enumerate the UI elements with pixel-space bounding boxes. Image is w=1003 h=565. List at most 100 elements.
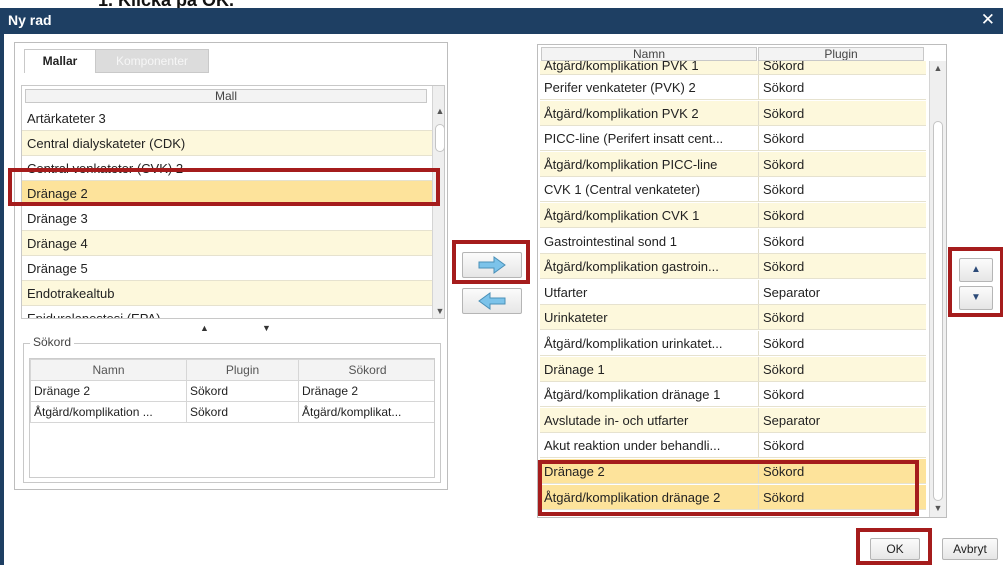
mall-row[interactable]: Artärkateter 3 [22,106,432,131]
sokord-row[interactable]: Dränage 2 Sökord Dränage 2 [30,380,434,402]
scroll-down-icon[interactable]: ▼ [433,306,444,316]
cancel-button[interactable]: Avbryt [942,538,998,560]
mall-row-label: Dränage 4 [27,236,88,251]
right-cell-plugin: Sökord [758,203,926,227]
mall-row-label: Epiduralanestesi (EPA) [27,311,161,319]
sokord-table: Namn Plugin Sökord Dränage 2 Sökord Drän… [30,359,434,423]
right-cell-namn: Åtgärd/komplikation urinkatet... [544,336,723,351]
right-cell-namn: Åtgärd/komplikation CVK 1 [544,208,700,223]
sokord-cell: Åtgärd/komplikation ... [30,401,187,423]
sort-up-icon[interactable]: ▲ [200,323,209,333]
right-row[interactable]: Urinkateter Sökord [540,305,926,331]
sokord-cell: Dränage 2 [298,380,434,402]
scroll-down-icon[interactable]: ▼ [931,503,945,513]
highlight-ok-button [856,528,932,565]
right-col-plugin[interactable]: Plugin [758,47,924,61]
mall-row-label: Central dialyskateter (CDK) [27,136,186,151]
right-cell-plugin: Sökord [758,75,926,99]
right-row[interactable]: Åtgärd/komplikation PICC-line Sökord [540,151,926,177]
right-cell-namn: Akut reaktion under behandli... [544,438,721,454]
right-row[interactable]: Avslutade in- och utfarter Separator [540,407,926,433]
remove-button[interactable] [462,288,522,314]
right-cell-plugin: Separator [758,407,926,432]
right-cell-plugin: Sökord [758,151,926,176]
right-cell-namn: Perifer venkateter (PVK) 2 [544,80,696,95]
highlight-selected-mall [8,168,440,206]
tab-komponenter-label: Komponenter [115,54,189,68]
right-cell-namn: PICC-line (Perifert insatt cent... [544,131,724,147]
sokord-cell: Sökord [186,380,299,402]
right-cell-namn: Åtgärd/komplikation PVK 1 [544,61,699,73]
mall-row[interactable]: Dränage 4 [22,231,432,256]
sokord-col-sokord[interactable]: Sökord [298,359,434,381]
right-cell-namn: Åtgärd/komplikation PVK 2 [544,105,699,121]
mall-row[interactable]: Epiduralanestesi (EPA) [22,306,432,319]
right-cell-namn: Åtgärd/komplikation dränage 1 [544,387,721,403]
right-row[interactable]: Åtgärd/komplikation gastroin... Sökord [540,254,926,280]
mall-row[interactable]: Endotrakealtub [22,281,432,306]
sort-down-icon[interactable]: ▼ [262,323,271,333]
right-cell-plugin: Sökord [758,433,926,458]
right-cell-plugin: Sökord [758,100,926,125]
right-row[interactable]: Åtgärd/komplikation PVK 2 Sökord [540,100,926,126]
mall-row[interactable]: Dränage 3 [22,206,432,231]
tab-komponenter[interactable]: Komponenter [95,49,209,73]
right-row[interactable]: Perifer venkateter (PVK) 2 Sökord [540,75,926,100]
highlight-added-rows [538,460,919,516]
right-cell-namn: Gastrointestinal sond 1 [544,233,677,249]
right-cell-plugin: Sökord [758,382,926,407]
right-col-namn[interactable]: Namn [541,47,757,61]
right-row[interactable]: Åtgärd/komplikation CVK 1 Sökord [540,203,926,228]
sokord-col-plugin[interactable]: Plugin [186,359,299,381]
right-cell-plugin: Sökord [758,331,926,355]
arrow-left-icon [478,292,506,310]
sokord-cell: Dränage 2 [30,380,187,402]
right-table: Namn Plugin Åtgärd/komplikation PVK 1 Sö… [537,44,947,518]
instruction-text: 1. Klicka på OK. [98,0,234,8]
close-icon[interactable]: ✕ [981,10,995,30]
mall-row-label: Artärkateter 3 [27,111,106,126]
right-row[interactable]: Utfarter Separator [540,279,926,305]
right-row[interactable]: PICC-line (Perifert insatt cent... Sökord [540,126,926,152]
right-cell-plugin: Sökord [758,228,926,253]
right-cell-plugin: Sökord [758,356,926,381]
right-cell-namn: Urinkateter [544,310,608,326]
sokord-col-namn[interactable]: Namn [30,359,187,381]
right-rows: Åtgärd/komplikation PVK 1 Sökord Perifer… [540,61,928,517]
sokord-group: Sökord Namn Plugin Sökord Dränage 2 Söko… [23,335,441,483]
right-row[interactable]: Akut reaktion under behandli... Sökord [540,433,926,459]
dialog-titlebar: Ny rad ✕ [0,8,1003,34]
sokord-cell: Sökord [186,401,299,423]
sokord-legend: Sökord [30,335,75,349]
right-cell-plugin: Separator [758,279,926,304]
right-cell-namn: CVK 1 (Central venkateter) [544,182,701,198]
mall-row-label: Dränage 5 [27,261,88,276]
right-cell-plugin: Sökord [758,305,926,330]
scroll-thumb[interactable] [435,124,444,152]
right-row-partial[interactable]: Åtgärd/komplikation PVK 1 Sökord [540,61,926,75]
right-cell-namn: Avslutade in- och utfarter [544,412,689,428]
mall-row[interactable]: Central dialyskateter (CDK) [22,131,432,156]
right-cell-plugin: Sökord [758,61,926,74]
scroll-up-icon[interactable]: ▲ [931,63,945,73]
right-row[interactable]: Åtgärd/komplikation dränage 1 Sökord [540,382,926,408]
right-scrollbar[interactable]: ▲ ▼ [929,61,946,517]
sokord-row[interactable]: Åtgärd/komplikation ... Sökord Åtgärd/ko… [30,401,434,423]
mall-row[interactable]: Dränage 5 [22,256,432,281]
right-cell-plugin: Sökord [758,177,926,202]
scroll-up-icon[interactable]: ▲ [433,106,444,116]
tab-mallar-label: Mallar [42,54,78,68]
sokord-cell: Åtgärd/komplikat... [298,401,434,423]
dialog-title: Ny rad [8,12,52,28]
scroll-thumb[interactable] [933,121,943,501]
cancel-label: Avbryt [953,542,987,556]
mall-row-label: Dränage 3 [27,211,88,226]
right-row[interactable]: Åtgärd/komplikation urinkatet... Sökord [540,331,926,356]
tab-mallar[interactable]: Mallar [24,49,96,73]
right-row[interactable]: CVK 1 (Central venkateter) Sökord [540,177,926,203]
mall-column-header[interactable]: Mall [25,89,427,103]
highlight-add-button [452,240,530,284]
right-row[interactable]: Dränage 1 Sökord [540,356,926,382]
sokord-table-wrap: Namn Plugin Sökord Dränage 2 Sökord Drän… [29,358,435,478]
right-row[interactable]: Gastrointestinal sond 1 Sökord [540,228,926,254]
